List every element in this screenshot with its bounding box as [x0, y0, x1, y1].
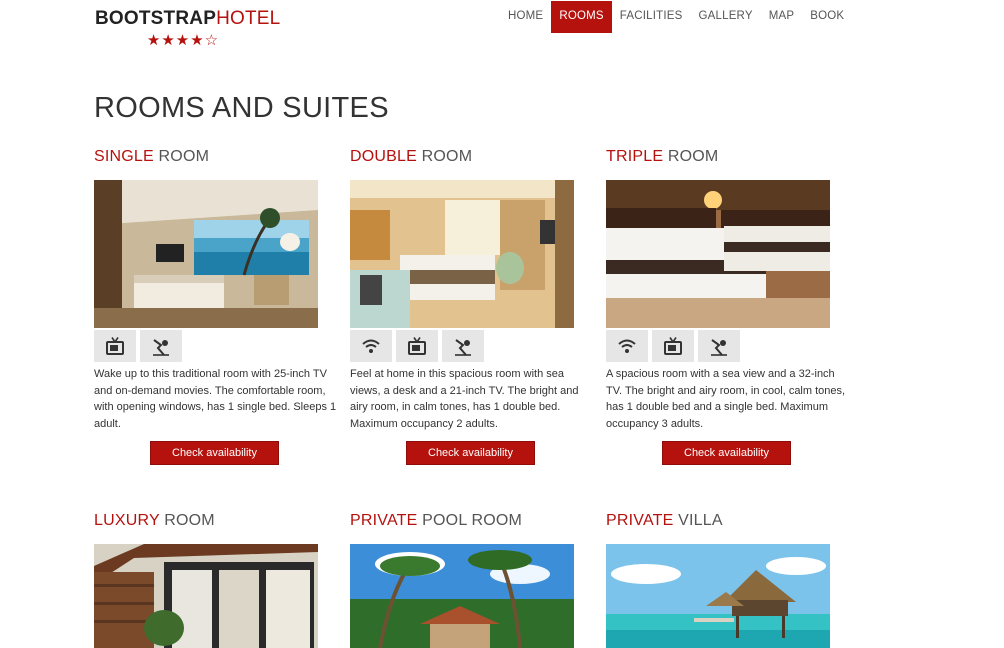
tv-icon: [396, 330, 438, 362]
nav-gallery[interactable]: GALLERY: [690, 1, 760, 33]
check-availability-button[interactable]: Check availability: [406, 441, 535, 465]
room-card-luxury: LUXURY ROOM: [94, 512, 340, 648]
nav-book[interactable]: BOOK: [802, 1, 852, 33]
main-nav: HOME ROOMS FACILITIES GALLERY MAP BOOK: [500, 1, 852, 33]
room-service-icon: [698, 330, 740, 362]
amenity-icons: [606, 330, 740, 362]
room-photo[interactable]: [94, 544, 318, 648]
brand-name: BOOTSTRAPHOTEL: [95, 8, 281, 29]
nav-facilities[interactable]: FACILITIES: [612, 1, 691, 33]
room-card-triple: TRIPLE ROOM A spacious room with a sea v…: [606, 148, 852, 465]
brand-logo[interactable]: BOOTSTRAPHOTEL ★★★★☆: [95, 8, 281, 49]
check-availability-button[interactable]: Check availability: [662, 441, 791, 465]
amenity-icons: [350, 330, 484, 362]
room-photo[interactable]: [606, 544, 830, 648]
room-title: SINGLE ROOM: [94, 148, 210, 165]
wifi-icon: [350, 330, 392, 362]
room-description: A spacious room with a sea view and a 32…: [606, 368, 846, 430]
room-photo[interactable]: [350, 180, 574, 328]
room-title: PRIVATE POOL ROOM: [350, 512, 523, 529]
room-card-double: DOUBLE ROOM Feel at home in this spaciou…: [350, 148, 596, 465]
wifi-icon: [606, 330, 648, 362]
check-availability-button[interactable]: Check availability: [150, 441, 279, 465]
room-description: Feel at home in this spacious room with …: [350, 368, 579, 430]
room-photo[interactable]: [94, 180, 318, 328]
nav-home[interactable]: HOME: [500, 1, 551, 33]
room-card-single: SINGLE ROOM Wake up to this traditional …: [94, 148, 340, 465]
nav-rooms[interactable]: ROOMS: [551, 1, 612, 33]
tv-icon: [652, 330, 694, 362]
nav-map[interactable]: MAP: [761, 1, 803, 33]
room-title: PRIVATE VILLA: [606, 512, 723, 529]
tv-icon: [94, 330, 136, 362]
amenity-icons: [94, 330, 182, 362]
room-service-icon: [140, 330, 182, 362]
room-description: Wake up to this traditional room with 25…: [94, 368, 337, 430]
page-title: ROOMS AND SUITES: [94, 92, 389, 124]
room-photo[interactable]: [350, 544, 574, 648]
star-rating: ★★★★☆: [146, 32, 220, 49]
room-title: DOUBLE ROOM: [350, 148, 473, 165]
room-title: TRIPLE ROOM: [606, 148, 719, 165]
room-title: LUXURY ROOM: [94, 512, 215, 529]
room-card-private-pool: PRIVATE POOL ROOM: [350, 512, 596, 648]
room-photo[interactable]: [606, 180, 830, 328]
room-card-private-villa: PRIVATE VILLA: [606, 512, 852, 648]
room-service-icon: [442, 330, 484, 362]
